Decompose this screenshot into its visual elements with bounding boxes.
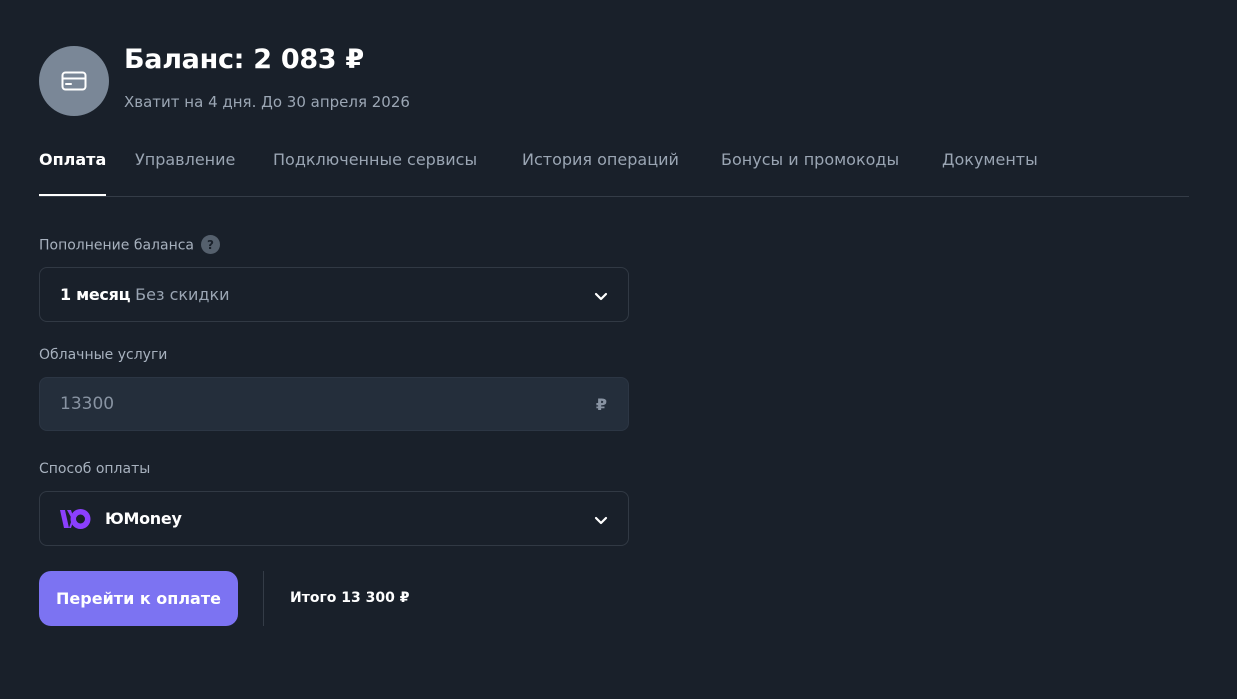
credit-card-icon xyxy=(61,71,87,91)
question-icon[interactable]: ? xyxy=(201,235,221,254)
topup-label: Пополнение баланса xyxy=(39,237,195,254)
cloud-amount-input[interactable]: 13300 ₽ xyxy=(39,377,629,431)
tab-operations-history[interactable]: История операций xyxy=(522,150,679,196)
balance-subtitle: Хватит на 4 дня. До 30 апреля 2026 xyxy=(124,93,410,111)
topup-period-value: 1 месяц xyxy=(60,285,131,304)
payment-method-label: Способ оплаты xyxy=(39,461,151,477)
topup-label-row: Пополнение баланса? xyxy=(39,235,221,255)
yumoney-logo-icon xyxy=(60,508,91,529)
tab-bar: Оплата Управление Подключенные сервисы И… xyxy=(39,140,1189,197)
total-amount: Итого 13 300 ₽ xyxy=(290,590,410,606)
go-to-payment-button[interactable]: Перейти к оплате xyxy=(39,571,238,626)
chevron-down-icon xyxy=(594,516,608,525)
cloud-amount-value: 13300 xyxy=(60,394,115,414)
tab-documents[interactable]: Документы xyxy=(942,150,1038,196)
topup-period-select[interactable]: 1 месяц Без скидки xyxy=(39,267,629,322)
tab-bonuses-promocodes[interactable]: Бонусы и промокоды xyxy=(721,150,899,196)
payment-method-value: ЮMoney xyxy=(105,509,182,528)
payment-method-select[interactable]: ЮMoney xyxy=(39,491,629,546)
chevron-down-icon xyxy=(594,292,608,301)
tab-management[interactable]: Управление xyxy=(135,150,235,196)
divider xyxy=(263,571,264,626)
balance-avatar xyxy=(39,46,109,116)
cloud-label: Облачные услуги xyxy=(39,347,168,363)
tab-connected-services[interactable]: Подключенные сервисы xyxy=(273,150,477,196)
ruble-sign: ₽ xyxy=(595,394,607,414)
tab-payment[interactable]: Оплата xyxy=(39,150,107,196)
balance-title: Баланс: 2 083 ₽ xyxy=(124,44,364,75)
billing-page: Баланс: 2 083 ₽ Хватит на 4 дня. До 30 а… xyxy=(0,0,1237,699)
topup-discount-value: Без скидки xyxy=(135,285,230,304)
